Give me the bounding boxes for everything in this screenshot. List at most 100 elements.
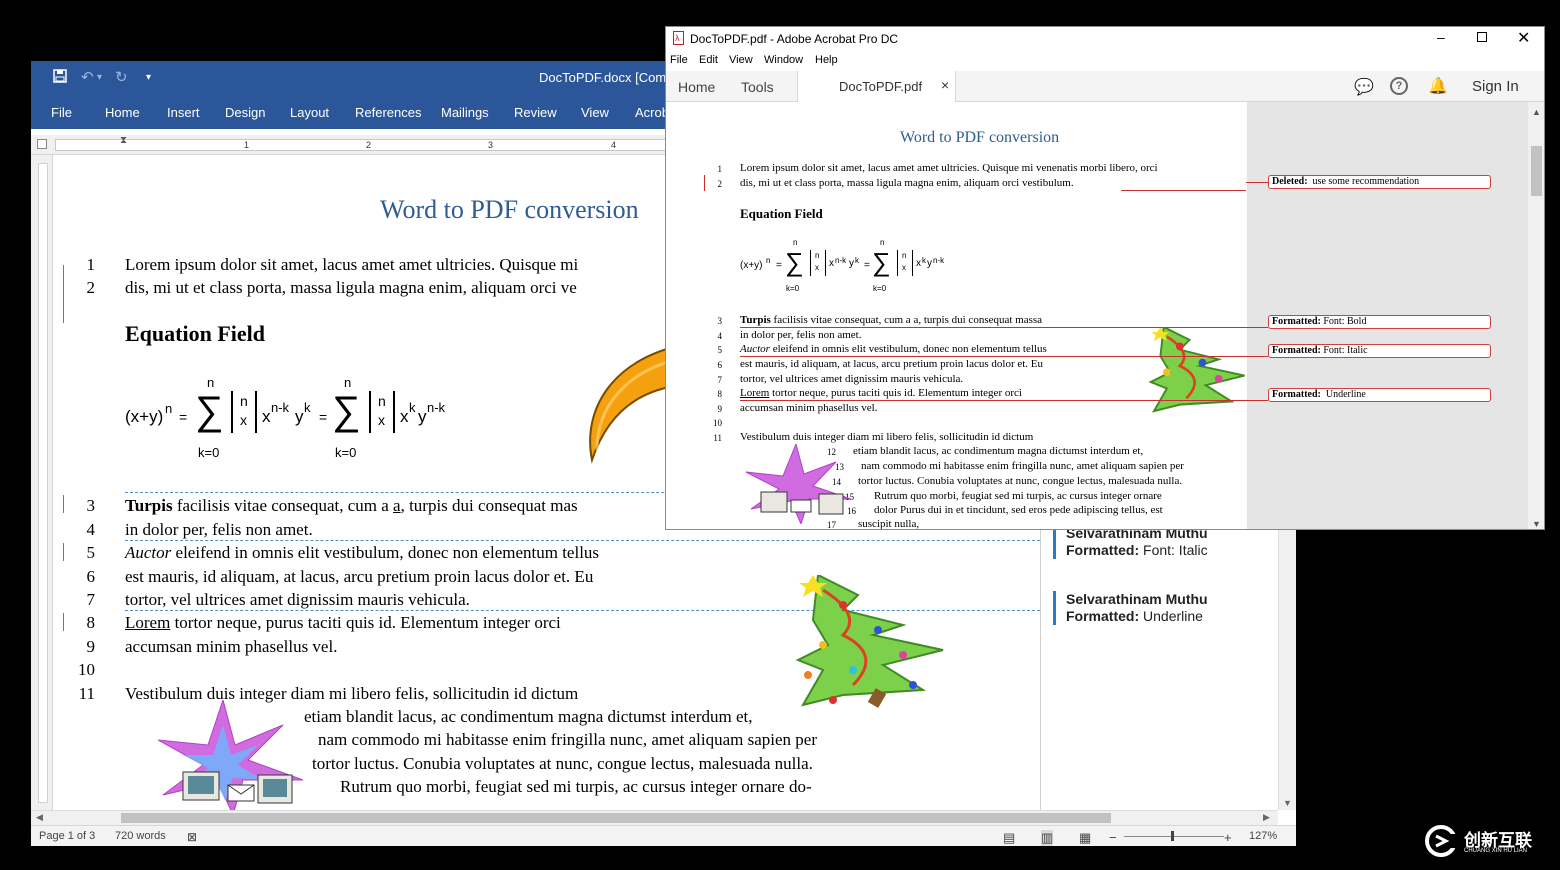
tab-selector[interactable] bbox=[37, 139, 47, 149]
bold-word: Turpis bbox=[125, 496, 173, 515]
comment-italic[interactable]: Selvarathinam Muthu Formatted: Font: Ita… bbox=[1053, 525, 1208, 559]
revision-leader-line bbox=[1246, 182, 1268, 183]
body-line-3: Turpis facilisis vitae consequat, cum a … bbox=[125, 496, 578, 516]
bell-icon[interactable]: 🔔 bbox=[1428, 76, 1448, 96]
pdf-equation: (x+y) n = n ∑ k=0 n x x n-k y k = n ∑ k=… bbox=[740, 238, 950, 300]
annotation-italic[interactable]: Formatted: Font: Italic bbox=[1268, 344, 1491, 358]
minimize-icon[interactable]: – bbox=[1437, 29, 1445, 45]
eq-y: y bbox=[295, 407, 304, 426]
pdf-line-11: Vestibulum duis integer diam mi libero f… bbox=[740, 431, 1034, 443]
menu-file[interactable]: File bbox=[670, 54, 688, 66]
change-bar bbox=[63, 265, 64, 323]
scroll-right-icon[interactable]: ▶ bbox=[1263, 812, 1270, 823]
ribbon-tab-home[interactable]: Home bbox=[105, 105, 140, 120]
close-window-icon[interactable]: ✕ bbox=[1517, 28, 1530, 48]
acrobat-document-viewport[interactable]: Word to PDF conversion 1 Lorem ipsum dol… bbox=[666, 102, 1528, 530]
acrobat-menubar: File Edit View Window Help bbox=[666, 51, 1544, 71]
sigma-icon: ∑ bbox=[785, 247, 804, 277]
body-line-5: Auctor eleifend in omnis elit vestibulum… bbox=[125, 543, 599, 563]
ribbon-tab-acrobat[interactable]: Acrob bbox=[635, 105, 669, 120]
sigma-icon: ∑ bbox=[332, 389, 361, 433]
pdf-binom-top: n bbox=[815, 251, 820, 260]
pdf-line-number: 6 bbox=[717, 360, 723, 370]
sign-in-button[interactable]: Sign In bbox=[1472, 78, 1519, 95]
print-layout-icon[interactable]: ▥ bbox=[1041, 830, 1054, 846]
acrobat-scroll-thumb[interactable] bbox=[1531, 146, 1542, 196]
eq-x-exp: n-k bbox=[271, 400, 290, 415]
undo-icon[interactable]: ↶ bbox=[81, 69, 94, 87]
ribbon-tab-mailings[interactable]: Mailings bbox=[441, 105, 489, 120]
menu-help[interactable]: Help bbox=[815, 54, 838, 66]
ribbon-tab-insert[interactable]: Insert bbox=[167, 105, 200, 120]
eq-equals: = bbox=[319, 409, 328, 425]
binom-bottom: x bbox=[378, 412, 385, 428]
binom-top: n bbox=[240, 393, 248, 409]
annotation-value: Font: Bold bbox=[1323, 316, 1367, 327]
pdf-bold-word: Turpis bbox=[740, 314, 771, 326]
pdf-line-number: 10 bbox=[713, 418, 722, 428]
acrobat-window-title: DocToPDF.pdf - Adobe Acrobat Pro DC bbox=[690, 32, 899, 46]
web-layout-icon[interactable]: ▦ bbox=[1079, 830, 1091, 846]
pdf-eq-y-exp: k bbox=[855, 256, 859, 265]
undo-dropdown-icon[interactable]: ▾ bbox=[97, 69, 102, 87]
horizontal-scroll-thumb[interactable] bbox=[121, 813, 1111, 823]
indent-marker[interactable]: ⧗ bbox=[120, 135, 127, 146]
zoom-in-icon[interactable]: + bbox=[1224, 830, 1232, 845]
menu-edit[interactable]: Edit bbox=[699, 54, 718, 66]
text-run: eleifend in omnis elit vestibulum, donec… bbox=[171, 543, 600, 562]
page-count[interactable]: Page 1 of 3 bbox=[39, 830, 95, 842]
scroll-down-icon[interactable]: ▼ bbox=[1532, 519, 1541, 529]
ribbon-tab-file[interactable]: File bbox=[51, 105, 72, 120]
tab-tools[interactable]: Tools bbox=[741, 79, 774, 95]
menu-view[interactable]: View bbox=[729, 54, 753, 66]
maximize-icon[interactable] bbox=[1477, 32, 1487, 42]
pdf-line-number: 1 bbox=[717, 164, 723, 174]
tab-home[interactable]: Home bbox=[678, 79, 715, 95]
pdf-eq-y: y bbox=[927, 258, 932, 269]
wrapped-line-4: Rutrum quo morbi, feugiat sed mi turpis,… bbox=[340, 777, 812, 796]
word-count[interactable]: 720 words bbox=[115, 830, 166, 842]
help-icon[interactable]: ? bbox=[1390, 77, 1408, 95]
line-number: 2 bbox=[86, 278, 96, 297]
zoom-slider[interactable] bbox=[1124, 836, 1224, 837]
ruler-scale: 1 2 3 4 ⧗ bbox=[55, 135, 675, 151]
equation: (x+y) n = n ∑ k=0 n x x n-k y k = n ∑ k=… bbox=[125, 375, 465, 470]
ribbon-tab-design[interactable]: Design bbox=[225, 105, 265, 120]
line-number: 4 bbox=[86, 520, 96, 539]
binomial: n x bbox=[231, 391, 257, 433]
menu-window[interactable]: Window bbox=[764, 54, 803, 66]
change-bar bbox=[63, 495, 64, 513]
scroll-down-icon[interactable]: ▼ bbox=[1283, 798, 1292, 808]
ribbon-tab-view[interactable]: View bbox=[581, 105, 609, 120]
proofing-icon[interactable]: ⊠ bbox=[187, 830, 197, 844]
close-tab-icon[interactable]: × bbox=[941, 77, 949, 93]
pdf-line-number: 7 bbox=[717, 375, 723, 385]
ribbon-tab-references[interactable]: References bbox=[355, 105, 421, 120]
annotation-deleted[interactable]: Deleted: use some recommendation bbox=[1268, 175, 1491, 189]
zoom-out-icon[interactable]: − bbox=[1109, 830, 1117, 845]
acrobat-vertical-scrollbar[interactable]: ▲ ▼ bbox=[1528, 102, 1544, 529]
eq-y-exp: k bbox=[304, 400, 311, 415]
read-mode-icon[interactable]: ▤ bbox=[1003, 830, 1015, 846]
redo-icon[interactable]: ↻ bbox=[115, 69, 128, 87]
change-bar bbox=[63, 543, 64, 561]
vertical-ruler[interactable] bbox=[31, 155, 53, 810]
comment-underline[interactable]: Selvarathinam Muthu Formatted: Underline bbox=[1053, 591, 1208, 625]
zoom-level[interactable]: 127% bbox=[1249, 830, 1277, 842]
comment-label: Formatted: bbox=[1066, 608, 1140, 624]
scroll-left-icon[interactable]: ◀ bbox=[36, 812, 43, 823]
annotation-underline[interactable]: Formatted: Underline bbox=[1268, 388, 1491, 402]
comment-icon[interactable]: 💬 bbox=[1354, 77, 1374, 97]
annotation-bold[interactable]: Formatted: Font: Bold bbox=[1268, 315, 1491, 329]
customize-toolbar-icon[interactable]: ▾ bbox=[146, 69, 151, 87]
scroll-up-icon[interactable]: ▲ bbox=[1532, 107, 1541, 117]
word-horizontal-scrollbar[interactable]: ◀ ▶ bbox=[31, 810, 1278, 825]
pdf-wrap-line-6: suscipit nulla, bbox=[858, 518, 920, 530]
zoom-slider-thumb[interactable] bbox=[1171, 831, 1174, 841]
underlined-link[interactable]: a bbox=[393, 496, 401, 515]
save-icon[interactable] bbox=[53, 69, 67, 88]
document-tab-label: DocToPDF.pdf bbox=[839, 79, 923, 94]
ribbon-tab-layout[interactable]: Layout bbox=[290, 105, 329, 120]
ribbon-tab-review[interactable]: Review bbox=[514, 105, 557, 120]
tab-document[interactable]: DocToPDF.pdf × bbox=[797, 71, 956, 102]
